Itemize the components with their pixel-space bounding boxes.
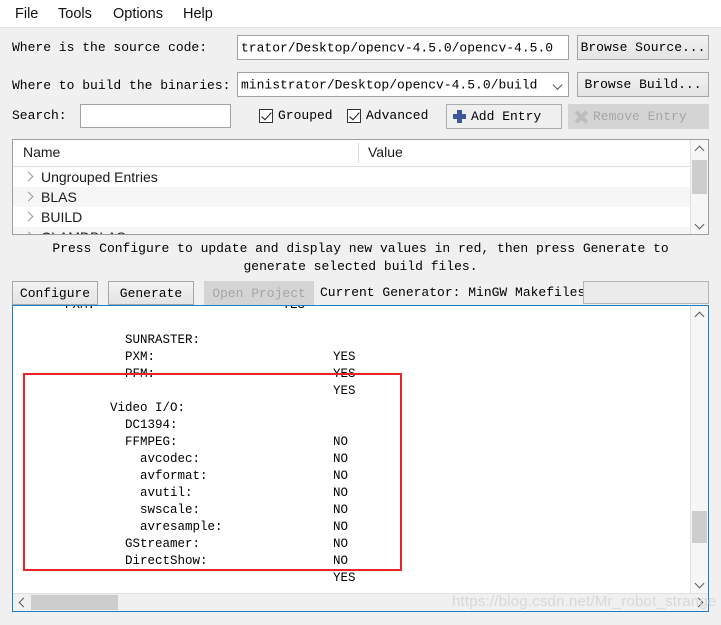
chevron-right-icon[interactable] [21,169,37,185]
search-input[interactable] [80,104,231,128]
table-row[interactable]: BLAS [13,187,708,207]
remove-entry-label: Remove Entry [593,109,687,124]
column-header-value[interactable]: Value [368,144,403,160]
grouped-checkbox-row[interactable]: Grouped [259,108,333,123]
output-line: Parallel framework: none [35,574,253,591]
source-code-input[interactable]: trator/Desktop/opencv-4.5.0/opencv-4.5.0 [237,35,569,60]
build-binaries-label: Where to build the binaries: [12,78,231,93]
search-label: Search: [12,108,67,123]
scroll-down-arrow-icon[interactable] [691,576,708,593]
scroll-up-arrow-icon[interactable] [691,140,708,157]
output-line-value: YES [333,350,356,364]
browse-build-button[interactable]: Browse Build... [577,72,709,97]
watermark-text: https://blog.csdn.net/Mr_robot_strange [452,593,717,610]
plus-icon [453,110,466,123]
configure-hint-line1: Press Configure to update and display ne… [52,241,669,256]
generate-button[interactable]: Generate [108,281,194,305]
menu-item-options[interactable]: Options [108,4,168,24]
source-code-value: trator/Desktop/opencv-4.5.0/opencv-4.5.0 [241,40,554,55]
tree-row-name: CLAMDBLAS [41,229,126,234]
output-console[interactable]: PXM: YES SUNRASTER: YES PXM: YES PFM: YE… [12,305,709,612]
tree-rows: Ungrouped Entries BLAS BUILD CLAMDBLAS [13,167,708,234]
output-vertical-scrollbar[interactable] [690,306,708,593]
output-line-clipped: PXM: YES [35,306,673,314]
chevron-right-icon[interactable] [21,229,37,234]
advanced-label: Advanced [366,108,429,123]
menu-item-help[interactable]: Help [178,4,218,24]
cmake-gui-window: File Tools Options Help Where is the sou… [0,0,721,625]
menu-item-tools[interactable]: Tools [53,4,97,24]
build-binaries-combo[interactable]: ministrator/Desktop/opencv-4.5.0/build [237,72,569,97]
output-line: SUNRASTER: YES [35,315,356,364]
video-io-highlight-box [23,373,402,571]
chevron-right-icon[interactable] [21,209,37,225]
advanced-checkbox-row[interactable]: Advanced [347,108,428,123]
tree-scroll-thumb[interactable] [692,160,707,194]
output-line: PXM: YES [35,332,356,381]
chevron-down-icon[interactable] [553,79,564,90]
add-entry-label: Add Entry [471,109,542,124]
x-icon [574,110,589,124]
build-binaries-value: ministrator/Desktop/opencv-4.5.0/build [241,77,538,92]
configure-hint-line2: generate selected build files. [243,259,478,274]
table-row[interactable]: BUILD [13,207,708,227]
column-divider[interactable] [358,143,359,163]
table-row[interactable]: Ungrouped Entries [13,167,708,187]
column-header-name[interactable]: Name [23,144,60,160]
progress-bar [583,281,709,304]
table-row[interactable]: CLAMDBLAS [13,227,708,234]
output-vscroll-thumb[interactable] [692,511,707,543]
open-project-button[interactable]: Open Project [204,281,314,305]
remove-entry-button[interactable]: Remove Entry [568,104,709,129]
configure-button[interactable]: Configure [12,281,98,305]
scroll-up-arrow-icon[interactable] [691,306,708,323]
tree-row-name: BUILD [41,209,83,225]
output-hscroll-thumb[interactable] [31,595,118,610]
grouped-checkbox[interactable] [259,108,273,123]
browse-source-button[interactable]: Browse Source... [577,35,709,60]
tree-header: Name Value [13,140,708,167]
menu-item-file[interactable]: File [10,4,43,24]
cache-entries-tree[interactable]: Name Value Ungrouped Entries BLAS BUILD … [12,139,709,235]
tree-vertical-scrollbar[interactable] [690,140,708,234]
menu-bar: File Tools Options Help [0,0,721,28]
configure-hint: Press Configure to update and display ne… [0,240,721,276]
output-line-value: YES [333,571,356,585]
output-line: PFM: YES [35,349,356,398]
scroll-down-arrow-icon[interactable] [691,217,708,234]
advanced-checkbox[interactable] [347,108,361,123]
current-generator-label: Current Generator: MinGW Makefiles [320,285,586,300]
tree-row-name: Ungrouped Entries [41,169,158,185]
scroll-left-arrow-icon[interactable] [13,594,30,611]
output-text: PXM: YES SUNRASTER: YES PXM: YES PFM: YE… [13,306,673,591]
source-code-label: Where is the source code: [12,40,208,55]
add-entry-button[interactable]: Add Entry [446,104,562,129]
grouped-label: Grouped [278,108,333,123]
menu-divider [0,27,721,28]
chevron-right-icon[interactable] [21,189,37,205]
tree-row-name: BLAS [41,189,77,205]
